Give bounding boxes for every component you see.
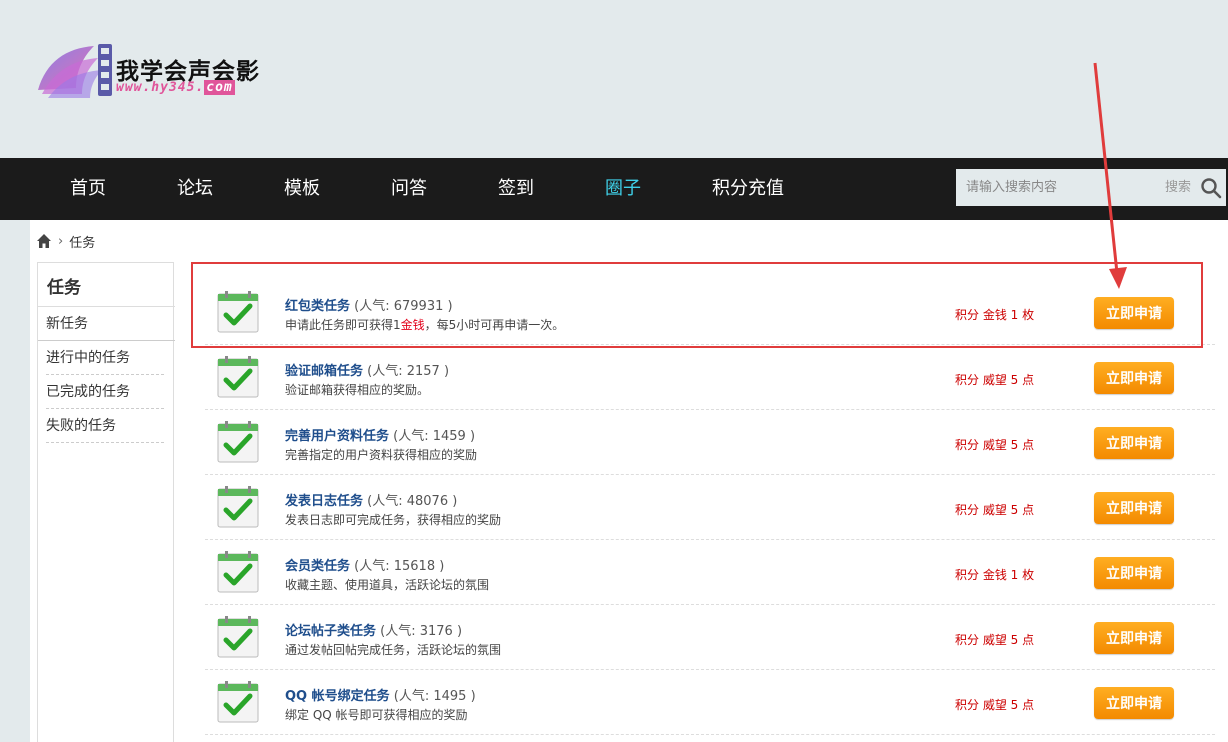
task-popularity: (人气: 48076 ) <box>363 494 458 509</box>
task-popularity: (人气: 15618 ) <box>350 559 445 574</box>
sidebar-item-failed[interactable]: 失败的任务 <box>46 409 164 443</box>
task-name[interactable]: 验证邮箱任务 <box>285 364 363 379</box>
task-name[interactable]: 完善用户资料任务 <box>285 429 389 444</box>
nav-item-templates[interactable]: 模板 <box>284 158 320 220</box>
task-check-icon <box>217 486 259 528</box>
breadcrumb-current[interactable]: 任务 <box>69 232 95 251</box>
task-title: 红包类任务 (人气: 679931 ) <box>285 295 453 314</box>
sidebar-item-in-progress[interactable]: 进行中的任务 <box>46 341 164 375</box>
task-name[interactable]: 红包类任务 <box>285 299 350 314</box>
sidebar-title: 任务 <box>47 278 81 298</box>
search-box: 搜索 <box>956 169 1226 206</box>
task-description: 通过发帖回帖完成任务，活跃论坛的氛围 <box>285 643 502 657</box>
task-reward: 积分 金钱 1 枚 <box>955 568 1035 582</box>
apply-button[interactable]: 立即申请 <box>1094 427 1174 459</box>
nav-item-circle[interactable]: 圈子 <box>605 158 641 220</box>
task-reward: 积分 威望 5 点 <box>955 438 1035 452</box>
task-row: 红包类任务 (人气: 679931 ) 申请此任务即可获得1金钱，每5小时可再申… <box>205 280 1215 345</box>
nav-item-home[interactable]: 首页 <box>70 158 106 220</box>
task-name[interactable]: 发表日志任务 <box>285 494 363 509</box>
task-desc-highlight: 金钱 <box>400 318 425 332</box>
nav-item-forum[interactable]: 论坛 <box>177 158 213 220</box>
task-check-icon <box>217 551 259 593</box>
task-title: 发表日志任务 (人气: 48076 ) <box>285 490 457 509</box>
sidebar-item-completed[interactable]: 已完成的任务 <box>46 375 164 409</box>
task-title: 论坛帖子类任务 (人气: 3176 ) <box>285 620 462 639</box>
task-title: 会员类任务 (人气: 15618 ) <box>285 555 444 574</box>
task-check-icon <box>217 421 259 463</box>
task-row: 会员类任务 (人气: 15618 ) 收藏主题、使用道具，活跃论坛的氛围 积分 … <box>205 540 1215 605</box>
task-description: 完善指定的用户资料获得相应的奖励 <box>285 448 478 462</box>
task-check-icon <box>217 616 259 658</box>
task-popularity: (人气: 3176 ) <box>376 624 463 639</box>
task-description: 申请此任务即可获得1金钱，每5小时可再申请一次。 <box>285 316 564 333</box>
task-reward: 积分 威望 5 点 <box>955 633 1035 647</box>
task-check-icon <box>217 681 259 723</box>
search-input[interactable] <box>956 169 1156 206</box>
task-reward: 积分 金钱 1 枚 <box>955 308 1035 322</box>
task-description: 收藏主题、使用道具，活跃论坛的氛围 <box>285 578 490 592</box>
breadcrumb: › 任务 <box>36 231 95 251</box>
task-popularity: (人气: 1495 ) <box>389 689 476 704</box>
task-row: QQ 帐号绑定任务 (人气: 1495 ) 绑定 QQ 帐号即可获得相应的奖励 … <box>205 670 1215 735</box>
task-row: 发表日志任务 (人气: 48076 ) 发表日志即可完成任务，获得相应的奖励 积… <box>205 475 1215 540</box>
task-row: 验证邮箱任务 (人气: 2157 ) 验证邮箱获得相应的奖励。 积分 威望 5 … <box>205 345 1215 410</box>
logo-url-prefix: www.hy345. <box>116 80 205 95</box>
task-description: 发表日志即可完成任务，获得相应的奖励 <box>285 513 502 527</box>
home-icon[interactable] <box>36 233 52 249</box>
task-description: 绑定 QQ 帐号即可获得相应的奖励 <box>285 708 468 722</box>
nav-item-recharge[interactable]: 积分充值 <box>712 158 784 220</box>
task-name[interactable]: 会员类任务 <box>285 559 350 574</box>
task-check-icon <box>217 356 259 398</box>
nav-item-qa[interactable]: 问答 <box>391 158 427 220</box>
site-header: 我学会声会影 www.hy345. com <box>0 0 1228 158</box>
apply-button[interactable]: 立即申请 <box>1094 362 1174 394</box>
task-desc-pre: 申请此任务即可获得1 <box>285 318 401 332</box>
apply-button[interactable]: 立即申请 <box>1094 492 1174 524</box>
task-popularity: (人气: 679931 ) <box>350 299 453 314</box>
breadcrumb-separator: › <box>58 233 64 249</box>
task-desc-post: ，每5小时可再申请一次。 <box>424 318 565 332</box>
apply-button[interactable]: 立即申请 <box>1094 557 1174 589</box>
task-name[interactable]: 论坛帖子类任务 <box>285 624 376 639</box>
task-row: 论坛帖子类任务 (人气: 3176 ) 通过发帖回帖完成任务，活跃论坛的氛围 积… <box>205 605 1215 670</box>
sidebar: 任务 新任务 进行中的任务 已完成的任务 失败的任务 <box>37 262 175 742</box>
task-reward: 积分 威望 5 点 <box>955 373 1035 387</box>
search-icon[interactable] <box>1200 177 1222 199</box>
logo-url-suffix: com <box>204 80 235 95</box>
nav-item-checkin[interactable]: 签到 <box>498 158 534 220</box>
apply-button[interactable]: 立即申请 <box>1094 687 1174 719</box>
sidebar-item-new-tasks[interactable]: 新任务 <box>38 307 175 341</box>
apply-button[interactable]: 立即申请 <box>1094 297 1174 329</box>
task-reward: 积分 威望 5 点 <box>955 698 1035 712</box>
task-name[interactable]: QQ 帐号绑定任务 <box>285 689 390 704</box>
task-popularity: (人气: 2157 ) <box>363 364 450 379</box>
task-title: 完善用户资料任务 (人气: 1459 ) <box>285 425 475 444</box>
task-title: 验证邮箱任务 (人气: 2157 ) <box>285 360 449 379</box>
search-label[interactable]: 搜索 <box>1165 169 1191 206</box>
task-row: 完善用户资料任务 (人气: 1459 ) 完善指定的用户资料获得相应的奖励 积分… <box>205 410 1215 475</box>
task-reward: 积分 威望 5 点 <box>955 503 1035 517</box>
task-popularity: (人气: 1459 ) <box>389 429 476 444</box>
task-description: 验证邮箱获得相应的奖励。 <box>285 383 430 397</box>
task-title: QQ 帐号绑定任务 (人气: 1495 ) <box>285 685 476 704</box>
apply-button[interactable]: 立即申请 <box>1094 622 1174 654</box>
logo-url: www.hy345. com <box>116 80 235 95</box>
task-check-icon <box>217 291 259 333</box>
